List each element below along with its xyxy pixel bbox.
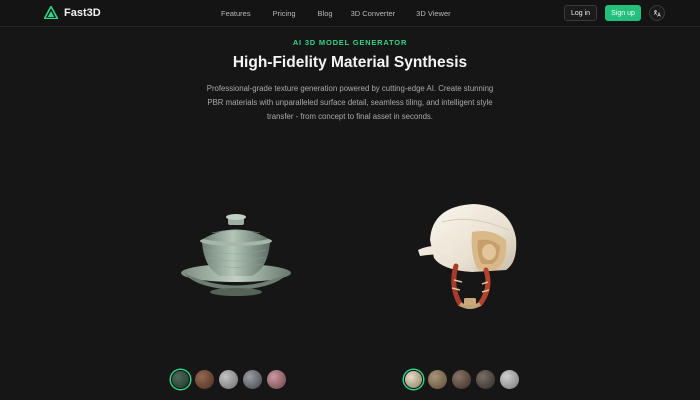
nav-link-pricing[interactable]: Pricing bbox=[273, 9, 296, 18]
translate-icon[interactable] bbox=[649, 5, 665, 21]
nav-link-features[interactable]: Features bbox=[221, 9, 251, 18]
login-button[interactable]: Log in bbox=[564, 5, 597, 21]
left-swatch-1[interactable] bbox=[171, 370, 190, 389]
right-swatch-1[interactable] bbox=[404, 370, 423, 389]
right-swatch-4[interactable] bbox=[476, 370, 495, 389]
left-swatch-2[interactable] bbox=[195, 370, 214, 389]
top-navbar: Fast3D Features Pricing Blog 3D Converte… bbox=[0, 0, 700, 27]
signup-button[interactable]: Sign up bbox=[605, 5, 641, 21]
nav-links: Features Pricing Blog 3D Converter 3D Vi… bbox=[221, 9, 451, 18]
hero-title: High-Fidelity Material Synthesis bbox=[232, 54, 468, 71]
fast3d-logo-icon bbox=[44, 6, 58, 19]
right-swatch-3[interactable] bbox=[452, 370, 471, 389]
hero-description: Professional-grade texture generation po… bbox=[206, 84, 494, 121]
right-swatch-5[interactable] bbox=[500, 370, 519, 389]
left-swatch-4[interactable] bbox=[243, 370, 262, 389]
left-material-swatches bbox=[171, 370, 286, 389]
tea-cup-model[interactable] bbox=[176, 210, 296, 305]
brand-name: Fast3D bbox=[64, 6, 101, 19]
right-swatch-2[interactable] bbox=[428, 370, 447, 389]
left-swatch-5[interactable] bbox=[267, 370, 286, 389]
nav-link-blog[interactable]: Blog bbox=[318, 9, 333, 18]
nav-link-3d-converter[interactable]: 3D Converter bbox=[351, 9, 396, 18]
language-glyph-icon bbox=[653, 10, 661, 17]
brand-logo[interactable]: Fast3D bbox=[44, 6, 101, 19]
helmet-model[interactable] bbox=[412, 200, 522, 312]
hero-eyebrow: AI 3D MODEL GENERATOR bbox=[292, 38, 408, 47]
left-swatch-3[interactable] bbox=[219, 370, 238, 389]
right-material-swatches bbox=[404, 370, 519, 389]
nav-link-3d-viewer[interactable]: 3D Viewer bbox=[416, 9, 450, 18]
